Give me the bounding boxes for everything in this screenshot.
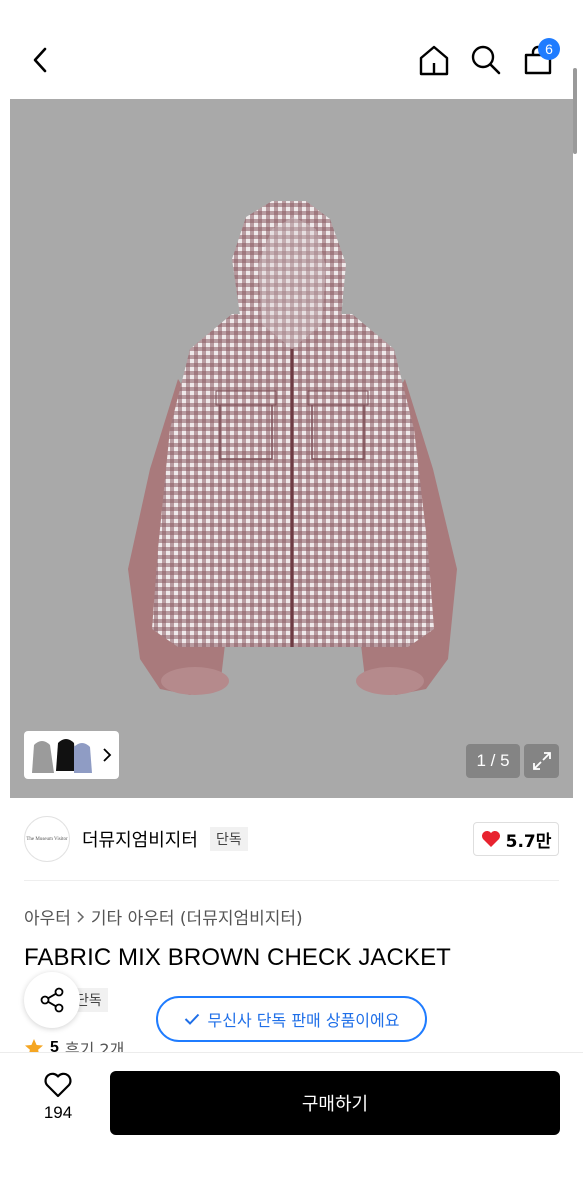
search-button[interactable]: [466, 40, 506, 80]
product-image-gallery[interactable]: 1 / 5: [10, 99, 573, 798]
chevron-left-icon: [33, 47, 47, 73]
buy-button[interactable]: 구매하기: [110, 1071, 560, 1135]
page-scrollbar[interactable]: [573, 68, 577, 154]
thumbnail-images[interactable]: [30, 735, 96, 775]
share-icon: [40, 987, 64, 1013]
brand-like-count: 5.7만: [505, 831, 552, 852]
thumbnail-strip[interactable]: [24, 731, 119, 779]
section-divider: [24, 880, 559, 881]
search-icon: [471, 45, 501, 75]
bottom-action-bar: 194 구매하기: [0, 1052, 583, 1200]
top-nav-bar: 6: [0, 0, 583, 98]
breadcrumb-subcategory[interactable]: 기타 아우터 (더뮤지엄비지터): [91, 904, 303, 929]
cart-button[interactable]: 6: [518, 38, 560, 80]
brand-exclusive-tag: 단독: [210, 827, 248, 851]
expand-icon: [532, 752, 551, 770]
breadcrumb-category[interactable]: 아우터: [24, 904, 71, 929]
brand-row: The Museum Visitor 더뮤지엄비지터 단독 5.7만: [24, 815, 559, 863]
product-title: FABRIC MIX BROWN CHECK JACKET: [24, 944, 451, 971]
product-jacket-image: [128, 201, 457, 695]
wishlist-count: 194: [43, 1103, 73, 1122]
home-icon: [419, 45, 449, 76]
brand-like-button[interactable]: 5.7만: [473, 822, 559, 856]
exclusive-notice-text: 무신사 단독 판매 상품이에요: [207, 1011, 400, 1030]
wishlist-button[interactable]: 194: [30, 1071, 86, 1135]
brand-name[interactable]: 더뮤지엄비지터: [82, 826, 198, 852]
brand-logo[interactable]: The Museum Visitor: [24, 816, 70, 862]
breadcrumb: 아우터 기타 아우터 (더뮤지엄비지터): [24, 904, 303, 929]
exclusive-notice-toast: 무신사 단독 판매 상품이에요: [156, 996, 427, 1042]
thumbnail-preview-image: [32, 739, 92, 773]
expand-image-button[interactable]: [524, 744, 559, 778]
chevron-right-icon: [77, 910, 84, 923]
cart-count-badge: 6: [538, 38, 560, 60]
chevron-right-icon: [103, 748, 112, 762]
heart-outline-icon: [44, 1072, 72, 1098]
back-button[interactable]: [20, 40, 60, 80]
home-button[interactable]: [414, 40, 454, 80]
share-button[interactable]: [24, 972, 80, 1028]
heart-filled-icon: [481, 831, 500, 847]
image-counter: 1 / 5: [466, 744, 520, 778]
check-icon: [184, 1013, 199, 1025]
